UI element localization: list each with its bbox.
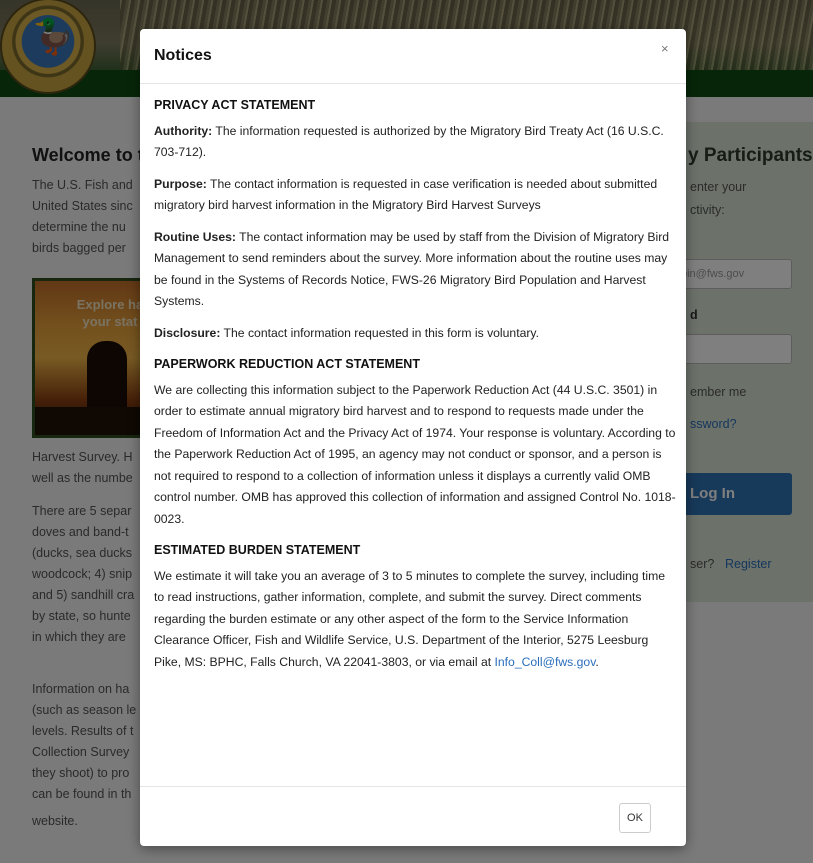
authority-label: Authority: bbox=[154, 123, 213, 138]
burden-statement-heading: ESTIMATED BURDEN STATEMENT bbox=[154, 543, 361, 557]
disclosure-paragraph: Disclosure: The contact information requ… bbox=[154, 323, 676, 345]
ok-button[interactable]: OK bbox=[619, 803, 651, 833]
modal-body: PRIVACY ACT STATEMENT Authority: The inf… bbox=[154, 95, 676, 683]
purpose-label: Purpose: bbox=[154, 176, 207, 191]
modal-title: Notices bbox=[154, 47, 212, 64]
paperwork-reduction-paragraph: We are collecting this information subje… bbox=[154, 382, 676, 526]
burden-text: We estimate it will take you an average … bbox=[154, 568, 665, 669]
burden-statement-paragraph: We estimate it will take you an average … bbox=[154, 566, 676, 674]
routine-uses-label: Routine Uses: bbox=[154, 229, 236, 244]
disclosure-text: The contact information requested in thi… bbox=[220, 325, 539, 340]
modal-footer: OK bbox=[140, 786, 686, 847]
routine-uses-paragraph: Routine Uses: The contact information ma… bbox=[154, 227, 676, 313]
disclosure-label: Disclosure: bbox=[154, 325, 221, 340]
notices-dialog: Notices × PRIVACY ACT STATEMENT Authorit… bbox=[140, 29, 686, 846]
privacy-act-heading: PRIVACY ACT STATEMENT bbox=[154, 98, 316, 112]
purpose-paragraph: Purpose: The contact information is requ… bbox=[154, 174, 676, 217]
info-coll-email-link[interactable]: Info_Coll@fws.gov bbox=[495, 655, 596, 669]
purpose-text: The contact information is requested in … bbox=[154, 176, 658, 213]
paperwork-reduction-heading: PAPERWORK REDUCTION ACT STATEMENT bbox=[154, 357, 420, 371]
close-icon[interactable]: × bbox=[661, 41, 669, 56]
authority-text: The information requested is authorized … bbox=[154, 123, 664, 160]
authority-paragraph: Authority: The information requested is … bbox=[154, 121, 676, 164]
burden-end: . bbox=[595, 654, 599, 669]
modal-header: Notices × bbox=[140, 29, 686, 84]
